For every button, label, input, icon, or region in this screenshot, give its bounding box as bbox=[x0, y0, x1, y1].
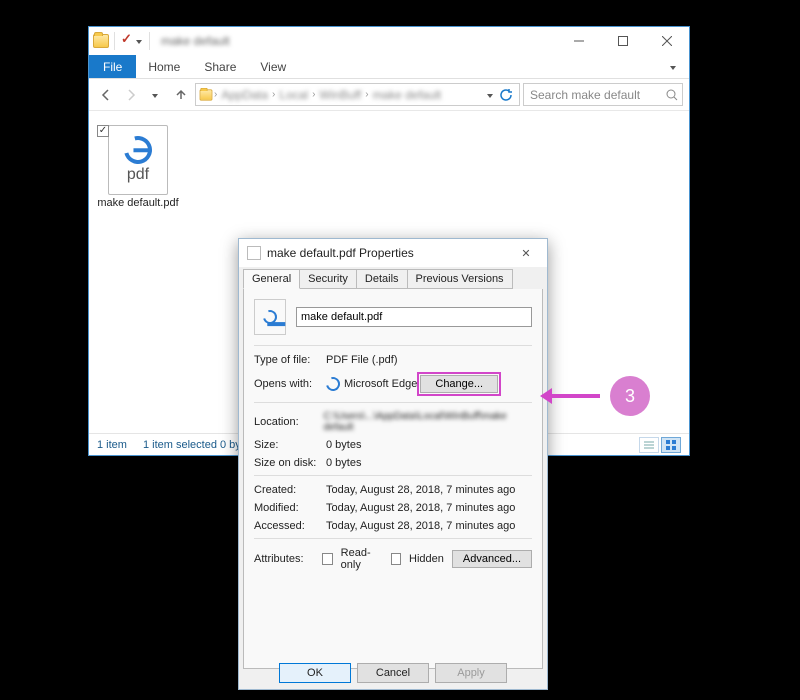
ribbon-expand-icon[interactable] bbox=[659, 55, 689, 78]
dialog-buttons: OK Cancel Apply bbox=[239, 663, 547, 683]
breadcrumb[interactable]: make default bbox=[369, 88, 446, 102]
address-folder-icon bbox=[200, 89, 213, 100]
address-bar[interactable]: › AppData› Local› WinBuff› make default bbox=[195, 83, 520, 106]
properties-dialog: make default.pdf Properties ✕ General Se… bbox=[238, 238, 548, 690]
file-item[interactable]: ✓ pdf make default.pdf bbox=[95, 125, 181, 209]
file-type-icon bbox=[254, 299, 286, 335]
breadcrumb[interactable]: AppData bbox=[217, 88, 272, 102]
nav-bar: › AppData› Local› WinBuff› make default … bbox=[89, 79, 689, 111]
edge-icon bbox=[119, 131, 157, 169]
file-checkbox[interactable]: ✓ bbox=[97, 125, 109, 137]
dialog-tabs: General Security Details Previous Versio… bbox=[239, 267, 547, 289]
back-button[interactable] bbox=[95, 84, 117, 106]
maximize-button[interactable] bbox=[601, 27, 645, 55]
modified-value: Today, August 28, 2018, 7 minutes ago bbox=[326, 502, 515, 514]
tab-file[interactable]: File bbox=[89, 55, 136, 78]
type-label: Type of file: bbox=[254, 354, 326, 366]
window-title: make default bbox=[161, 34, 230, 48]
type-value: PDF File (.pdf) bbox=[326, 354, 398, 366]
annotation-step-3: 3 bbox=[550, 376, 650, 416]
address-dropdown-icon[interactable] bbox=[487, 91, 495, 99]
tab-details[interactable]: Details bbox=[356, 269, 408, 289]
dialog-titlebar: make default.pdf Properties ✕ bbox=[239, 239, 547, 267]
view-details-button[interactable] bbox=[639, 437, 659, 453]
dialog-title: make default.pdf Properties bbox=[267, 246, 414, 260]
tab-general-body: Type of file:PDF File (.pdf) Opens with:… bbox=[243, 289, 543, 669]
recent-dropdown[interactable] bbox=[145, 84, 167, 106]
tab-share[interactable]: Share bbox=[192, 55, 248, 78]
created-value: Today, August 28, 2018, 7 minutes ago bbox=[326, 484, 515, 496]
dialog-close-button[interactable]: ✕ bbox=[511, 247, 541, 260]
tab-general[interactable]: General bbox=[243, 269, 300, 289]
modified-label: Modified: bbox=[254, 502, 326, 514]
file-ext-label: pdf bbox=[127, 166, 149, 184]
tab-previous-versions[interactable]: Previous Versions bbox=[407, 269, 513, 289]
accessed-label: Accessed: bbox=[254, 520, 326, 532]
change-button[interactable]: Change... bbox=[420, 375, 498, 393]
search-icon bbox=[666, 89, 678, 101]
tab-home[interactable]: Home bbox=[136, 55, 192, 78]
status-count: 1 item bbox=[97, 439, 127, 451]
qat-dropdown-icon[interactable] bbox=[136, 37, 144, 45]
cancel-button[interactable]: Cancel bbox=[357, 663, 429, 683]
edge-icon bbox=[260, 307, 279, 326]
refresh-icon[interactable] bbox=[499, 88, 513, 102]
edge-icon bbox=[323, 374, 342, 393]
size-label: Size: bbox=[254, 439, 326, 451]
location-value: C:\Users\...\AppData\Local\WinBuff\make … bbox=[324, 411, 533, 433]
up-button[interactable] bbox=[170, 84, 192, 106]
tab-view[interactable]: View bbox=[248, 55, 298, 78]
qat-check-icon[interactable] bbox=[120, 34, 134, 48]
close-button[interactable] bbox=[645, 27, 689, 55]
folder-icon bbox=[93, 34, 109, 48]
opens-with-value: Microsoft Edge bbox=[344, 378, 417, 390]
size-value: 0 bytes bbox=[326, 439, 361, 451]
size-on-disk-label: Size on disk: bbox=[254, 457, 326, 469]
readonly-checkbox[interactable] bbox=[322, 553, 332, 565]
opens-with-label: Opens with: bbox=[254, 378, 326, 390]
breadcrumb[interactable]: Local bbox=[275, 88, 312, 102]
apply-button[interactable]: Apply bbox=[435, 663, 507, 683]
location-label: Location: bbox=[254, 416, 324, 428]
hidden-checkbox[interactable] bbox=[391, 553, 401, 565]
file-icon: pdf bbox=[108, 125, 168, 195]
breadcrumb[interactable]: WinBuff bbox=[315, 88, 365, 102]
dialog-file-icon bbox=[247, 246, 261, 260]
size-on-disk-value: 0 bytes bbox=[326, 457, 361, 469]
readonly-label: Read-only bbox=[341, 547, 383, 571]
search-placeholder: Search make default bbox=[530, 88, 640, 102]
attributes-label: Attributes: bbox=[254, 553, 314, 565]
tab-security[interactable]: Security bbox=[299, 269, 357, 289]
accessed-value: Today, August 28, 2018, 7 minutes ago bbox=[326, 520, 515, 532]
ok-button[interactable]: OK bbox=[279, 663, 351, 683]
hidden-label: Hidden bbox=[409, 553, 444, 565]
annotation-arrow-icon bbox=[550, 394, 600, 398]
search-input[interactable]: Search make default bbox=[523, 83, 683, 106]
created-label: Created: bbox=[254, 484, 326, 496]
ribbon-tabs: File Home Share View bbox=[89, 55, 689, 79]
titlebar: make default bbox=[89, 27, 689, 55]
change-button-highlight: Change... bbox=[417, 372, 501, 396]
view-icons-button[interactable] bbox=[661, 437, 681, 453]
file-caption: make default.pdf bbox=[95, 197, 181, 209]
minimize-button[interactable] bbox=[557, 27, 601, 55]
annotation-badge: 3 bbox=[610, 376, 650, 416]
forward-button[interactable] bbox=[120, 84, 142, 106]
advanced-button[interactable]: Advanced... bbox=[452, 550, 532, 568]
filename-input[interactable] bbox=[296, 307, 532, 327]
